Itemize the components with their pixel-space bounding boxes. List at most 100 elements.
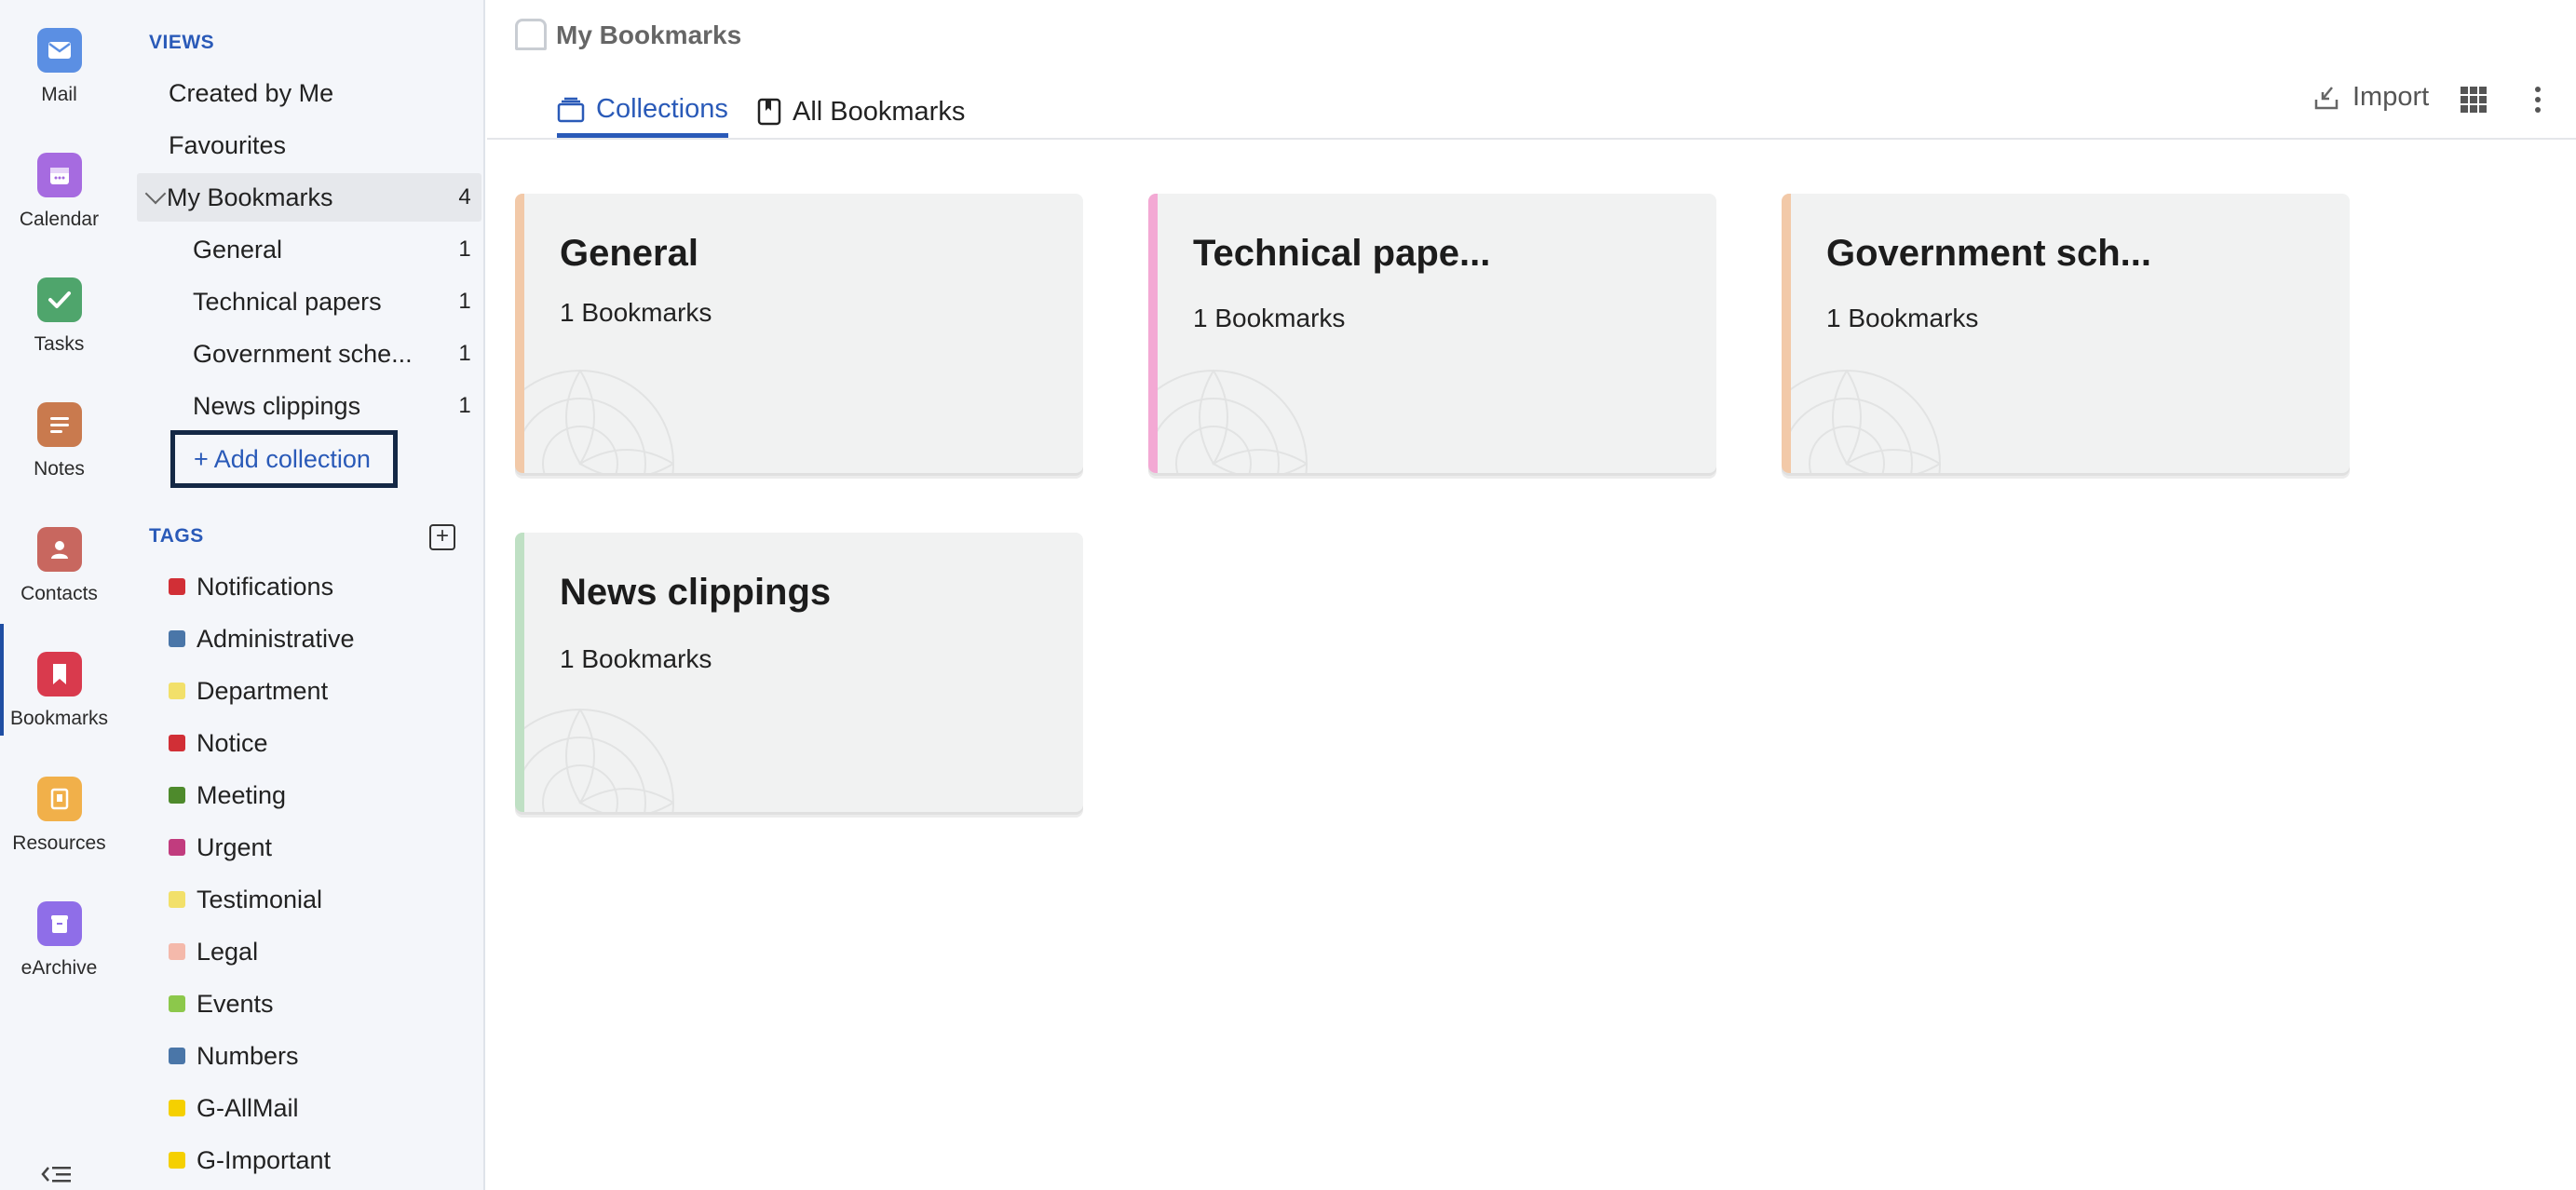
collection-item-government-schemes[interactable]: Government sche... 1 [137, 330, 481, 378]
card-color-stripe [515, 194, 524, 473]
card-title: General [560, 233, 698, 274]
tag-label: Numbers [197, 1041, 299, 1070]
rail-item-contacts[interactable]: Contacts [0, 499, 118, 611]
rail-label: Resources [12, 832, 106, 854]
collection-label: News clippings [193, 391, 361, 420]
rail-item-earchive[interactable]: eArchive [0, 873, 118, 985]
bookmarks-owner-avatar [515, 19, 547, 50]
collection-item-general[interactable]: General 1 [137, 225, 481, 274]
import-button[interactable]: Import [2313, 82, 2429, 113]
earchive-icon [36, 901, 82, 946]
more-options-icon[interactable] [2533, 86, 2542, 118]
tag-item[interactable]: Notice [169, 717, 268, 769]
collapse-sidebar-icon[interactable] [41, 1162, 73, 1190]
contacts-icon [36, 527, 82, 572]
rail-item-mail[interactable]: Mail [0, 0, 118, 112]
collection-label: Technical papers [193, 287, 382, 316]
card-subtitle: 1 Bookmarks [560, 298, 712, 327]
view-my-bookmarks[interactable]: My Bookmarks 4 [137, 173, 481, 222]
rail-label: Bookmarks [9, 708, 109, 729]
tag-item[interactable]: Numbers [169, 1030, 299, 1082]
mail-icon [36, 28, 82, 73]
card-color-stripe [1782, 194, 1791, 473]
notes-icon [36, 402, 82, 447]
tab-collections[interactable]: Collections [557, 86, 728, 138]
app-rail: Mail Calendar Tasks Notes Contacts Bookm… [0, 0, 118, 1190]
tag-color-swatch [169, 683, 185, 699]
card-subtitle: 1 Bookmarks [560, 644, 712, 673]
tag-item[interactable]: Notifications [169, 561, 333, 613]
tag-item[interactable]: Legal [169, 926, 258, 978]
tag-label: Testimonial [197, 885, 323, 913]
collection-item-technical-papers[interactable]: Technical papers 1 [137, 277, 481, 326]
navigation-panel: VIEWS Created by Me Favourites My Bookma… [118, 0, 485, 1190]
collection-count: 1 [458, 393, 471, 418]
view-label: Created by Me [169, 78, 334, 107]
add-collection-button[interactable]: + Add collection [170, 430, 398, 488]
tag-label: Legal [197, 937, 259, 966]
rail-label: Notes [34, 458, 85, 480]
view-label: Favourites [169, 130, 287, 159]
tag-label: Events [197, 989, 274, 1018]
main-content: My Bookmarks Collections All Bookmarks I… [487, 0, 2576, 1190]
rail-item-bookmarks[interactable]: Bookmarks [0, 624, 118, 736]
tag-color-swatch [169, 839, 185, 856]
import-label: Import [2352, 82, 2430, 112]
collection-card-government-schemes[interactable]: Government sch... 1 Bookmarks [1782, 194, 2350, 473]
rail-label: eArchive [20, 957, 98, 979]
mandala-decoration-icon [524, 370, 674, 473]
collection-card-technical-papers[interactable]: Technical pape... 1 Bookmarks [1148, 194, 1716, 473]
chevron-down-icon[interactable] [144, 183, 167, 205]
collection-item-news-clippings[interactable]: News clippings 1 [137, 382, 481, 430]
rail-label: Calendar [19, 209, 100, 230]
tags-heading: TAGS [149, 525, 204, 547]
apps-grid-icon[interactable] [2460, 86, 2488, 118]
card-subtitle: 1 Bookmarks [1193, 304, 1346, 332]
view-favourites[interactable]: Favourites [137, 121, 481, 169]
add-tag-icon[interactable]: + [429, 524, 455, 550]
rail-item-tasks[interactable]: Tasks [0, 250, 118, 361]
tag-color-swatch [169, 1152, 185, 1169]
tasks-icon [36, 277, 82, 322]
tag-item[interactable]: G-Important [169, 1134, 331, 1186]
tag-label: Department [197, 676, 329, 705]
tag-label: G-AllMail [197, 1093, 299, 1122]
import-icon [2313, 85, 2339, 111]
collections-icon [557, 97, 585, 123]
view-created-by-me[interactable]: Created by Me [137, 69, 481, 117]
tag-label: G-Important [197, 1145, 332, 1174]
tag-item[interactable]: Events [169, 978, 274, 1030]
tag-color-swatch [169, 630, 185, 647]
tag-item[interactable]: Testimonial [169, 873, 322, 926]
views-heading: VIEWS [149, 32, 215, 53]
rail-item-calendar[interactable]: Calendar [0, 125, 118, 237]
rail-label: Tasks [34, 333, 85, 355]
rail-item-notes[interactable]: Notes [0, 374, 118, 486]
tag-item[interactable]: G-AllMail [169, 1082, 299, 1134]
calendar-icon [36, 153, 82, 197]
tag-label: Notice [197, 728, 268, 757]
all-bookmarks-icon [757, 98, 781, 126]
rail-item-resources[interactable]: Resources [0, 749, 118, 860]
collection-card-news-clippings[interactable]: News clippings 1 Bookmarks [515, 533, 1083, 812]
tag-item[interactable]: Administrative [169, 613, 355, 665]
tag-item[interactable]: Meeting [169, 769, 286, 821]
card-color-stripe [515, 533, 524, 812]
rail-label: Contacts [20, 583, 98, 604]
tag-item[interactable]: Urgent [169, 821, 272, 873]
tag-label: Notifications [197, 572, 334, 601]
card-title: Government sch... [1826, 233, 2151, 274]
tag-color-swatch [169, 787, 185, 804]
header-bar: My Bookmarks Collections All Bookmarks I… [487, 0, 2576, 140]
bookmarks-icon [36, 652, 82, 696]
tag-label: Urgent [197, 832, 273, 861]
tab-all-bookmarks[interactable]: All Bookmarks [757, 86, 965, 138]
mandala-decoration-icon [524, 709, 674, 812]
collection-card-general[interactable]: General 1 Bookmarks [515, 194, 1083, 473]
card-title: Technical pape... [1193, 233, 1491, 274]
view-count: 4 [458, 184, 471, 210]
tag-item[interactable]: Department [169, 665, 328, 717]
tab-label: All Bookmarks [793, 96, 966, 127]
tag-color-swatch [169, 891, 185, 908]
rail-label: Mail [41, 84, 77, 105]
